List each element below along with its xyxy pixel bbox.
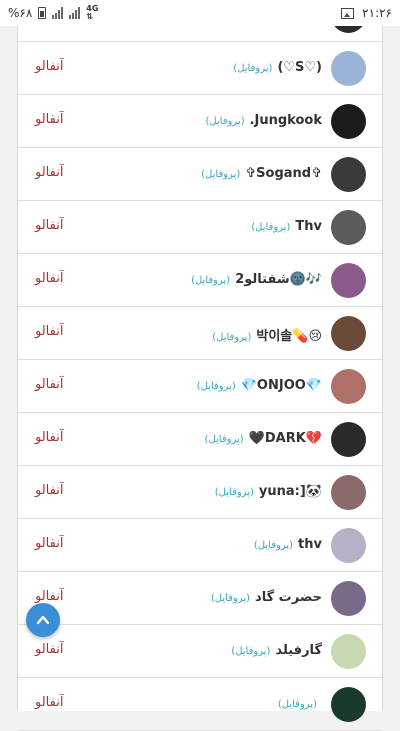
status-time: ۲۱:۲۶ xyxy=(362,6,392,20)
username[interactable]: (پروفایل) ✞Sogand✞ xyxy=(201,166,322,181)
username-text: yuna:]🐼 xyxy=(258,484,322,499)
avatar[interactable] xyxy=(331,316,366,351)
username[interactable]: (پروفایل) 🖤DARK💔 xyxy=(205,431,322,446)
username[interactable]: (پروفایل) شفتالو2🌚🎶 xyxy=(191,272,322,287)
username[interactable]: (پروفایل) حضرت گاد xyxy=(211,590,322,605)
profile-link[interactable]: (پروفایل) xyxy=(191,275,230,286)
unfollow-button[interactable]: آنفالو xyxy=(35,430,63,445)
unfollow-button[interactable]: آنفالو xyxy=(35,59,63,74)
battery-percentage: %۶۸ xyxy=(8,6,33,20)
scroll-to-top-button[interactable] xyxy=(26,603,60,637)
unfollow-button[interactable]: آنفالو xyxy=(35,695,63,710)
list-item: (پروفایل) 🖤DARK💔 آنفالو xyxy=(18,413,382,466)
list-item: (پروفایل) Thv آنفالو xyxy=(18,201,382,254)
profile-link[interactable]: (پروفایل) xyxy=(197,381,236,392)
avatar[interactable] xyxy=(331,687,366,722)
profile-link[interactable]: (پروفایل) xyxy=(205,434,244,445)
unfollow-button[interactable]: آنفالو xyxy=(35,536,63,551)
unfollow-button[interactable]: آنفالو xyxy=(35,483,63,498)
status-left: %۶۸ 4G ⇅ xyxy=(8,5,98,21)
signal-icon xyxy=(52,7,64,19)
username-text: ✞Sogand✞ xyxy=(245,166,322,181)
profile-link[interactable]: (پروفایل) xyxy=(211,593,250,604)
list-item: (پروفایل) شفتالو2🌚🎶 آنفالو xyxy=(18,254,382,307)
username[interactable]: (پروفایل) (♡S♡) xyxy=(233,60,322,75)
username-text: Thv xyxy=(295,219,322,234)
profile-link[interactable]: (پروفایل) xyxy=(205,116,244,127)
avatar[interactable] xyxy=(331,51,366,86)
avatar[interactable] xyxy=(331,422,366,457)
unfollow-button[interactable]: آنفالو xyxy=(35,271,63,286)
username[interactable]: (پروفایل) گارفیلد xyxy=(231,643,322,658)
list-item: (پروفایل) (♡S♡) آنفالو xyxy=(18,42,382,95)
username[interactable]: (پروفایل) thv xyxy=(254,537,322,552)
image-notification-icon xyxy=(341,7,355,19)
username[interactable]: (پروفایل) xyxy=(278,696,322,711)
signal-icon xyxy=(69,7,81,19)
list-item: (پروفایل) ✞Sogand✞ آنفالو xyxy=(18,148,382,201)
list-item: (پروفایل) گارفیلد آنفالو xyxy=(18,625,382,678)
status-bar: %۶۸ 4G ⇅ ۲۱:۲۶ xyxy=(0,0,400,26)
avatar[interactable] xyxy=(331,157,366,192)
avatar[interactable] xyxy=(331,104,366,139)
avatar[interactable] xyxy=(331,528,366,563)
list-item: (پروفایل) yuna:]🐼 آنفالو xyxy=(18,466,382,519)
list-item: (پروفایل) حضرت گاد آنفالو xyxy=(18,572,382,625)
unfollow-button[interactable]: آنفالو xyxy=(35,642,63,657)
profile-link[interactable]: (پروفایل) xyxy=(233,63,272,74)
unfollow-button[interactable]: آنفالو xyxy=(35,218,63,233)
username-text: 박이솔💊😢 xyxy=(256,329,322,344)
profile-link[interactable]: (پروفایل) xyxy=(212,332,251,343)
avatar[interactable] xyxy=(331,581,366,616)
username-text: thv xyxy=(298,537,322,552)
avatar[interactable] xyxy=(331,369,366,404)
username-text: .Jungkook xyxy=(249,113,322,128)
username[interactable]: (پروفایل) yuna:]🐼 xyxy=(215,484,322,499)
username[interactable]: (پروفایل) Thv xyxy=(251,219,322,234)
list-item: (پروفایل) آنفالو xyxy=(18,678,382,731)
username-text: (♡S♡) xyxy=(277,60,322,75)
list-item: (پروفایل) 박이솔💊😢 آنفالو xyxy=(18,307,382,360)
avatar[interactable] xyxy=(331,475,366,510)
network-4g-icon: 4G ⇅ xyxy=(86,4,99,21)
list-item: (پروفایل) thv آنفالو xyxy=(18,519,382,572)
profile-link[interactable]: (پروفایل) xyxy=(251,222,290,233)
username-text: 💎ONJOO💎 xyxy=(240,378,322,393)
unfollow-button[interactable]: آنفالو xyxy=(35,324,63,339)
avatar[interactable] xyxy=(331,210,366,245)
battery-icon xyxy=(38,7,47,19)
profile-link[interactable]: (پروفایل) xyxy=(254,540,293,551)
following-list[interactable]: (پروفایل)A.....آنفالو(پروفایل)(♡S♡)آنفال… xyxy=(17,0,383,731)
profile-link[interactable]: (پروفایل) xyxy=(231,646,270,657)
profile-link[interactable]: (پروفایل) xyxy=(215,487,254,498)
unfollow-button[interactable]: آنفالو xyxy=(35,377,63,392)
username-text: 🖤DARK💔 xyxy=(248,431,322,446)
username-text: گارفیلد xyxy=(275,643,322,658)
avatar[interactable] xyxy=(331,263,366,298)
unfollow-button[interactable]: آنفالو xyxy=(35,112,63,127)
list-item: (پروفایل) 💎ONJOO💎 آنفالو xyxy=(18,360,382,413)
avatar[interactable] xyxy=(331,634,366,669)
profile-link[interactable]: (پروفایل) xyxy=(201,169,240,180)
username[interactable]: (پروفایل) 💎ONJOO💎 xyxy=(197,378,322,393)
profile-link[interactable]: (پروفایل) xyxy=(278,699,317,710)
chevron-up-icon xyxy=(36,615,50,625)
username-text: شفتالو2🌚🎶 xyxy=(235,272,322,287)
list-item: (پروفایل) .Jungkook آنفالو xyxy=(18,95,382,148)
unfollow-button[interactable]: آنفالو xyxy=(35,589,63,604)
username[interactable]: (پروفایل) 박이솔💊😢 xyxy=(212,325,322,344)
unfollow-button[interactable]: آنفالو xyxy=(35,165,63,180)
username[interactable]: (پروفایل) .Jungkook xyxy=(205,113,322,128)
username-text: حضرت گاد xyxy=(255,590,322,605)
status-right: ۲۱:۲۶ xyxy=(341,6,392,20)
